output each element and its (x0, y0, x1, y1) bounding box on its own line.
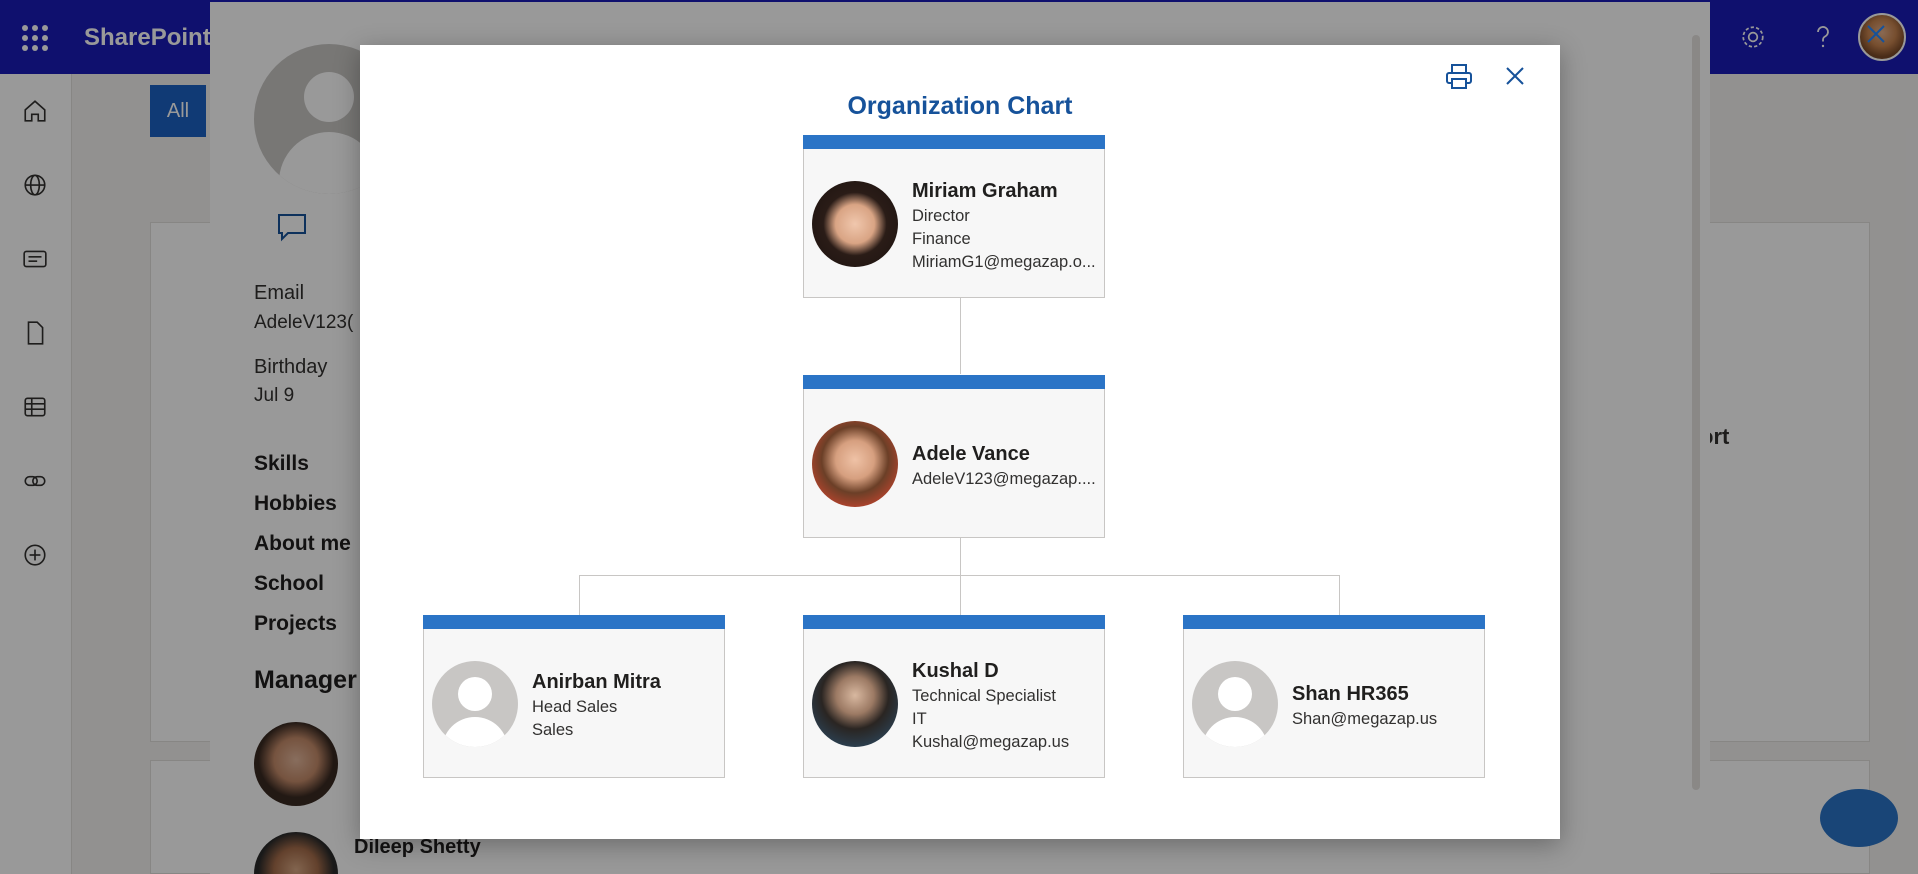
panel-scrollbar[interactable] (1692, 35, 1700, 790)
modal-title: Organization Chart (847, 92, 1073, 120)
connector-line (1339, 575, 1340, 615)
connector-line (960, 538, 961, 576)
node-info: Anirban Mitra Head Sales Sales (532, 652, 716, 759)
node-info: Miriam Graham Director Finance MiriamG1@… (912, 172, 1096, 279)
org-node-top[interactable]: Miriam Graham Director Finance MiriamG1@… (803, 135, 1105, 298)
connector-line (960, 575, 961, 615)
node-info: Shan HR365 Shan@megazap.us (1292, 652, 1476, 759)
close-icon[interactable] (1860, 18, 1892, 50)
person-department: IT (912, 709, 927, 728)
person-title: Head Sales (532, 698, 618, 716)
connector-line (579, 575, 580, 615)
person-avatar (812, 421, 898, 507)
org-chart-modal: Organization Chart Miriam Graham Directo… (360, 45, 1560, 839)
person-name: Kushal D (912, 659, 999, 682)
node-header-bar (803, 135, 1105, 149)
person-email: Shan@megazap.us (1292, 709, 1438, 728)
org-node-report[interactable]: Kushal D Technical Specialist IT Kushal@… (803, 615, 1105, 778)
node-header-bar (423, 615, 725, 629)
org-node-report[interactable]: Shan HR365 Shan@megazap.us (1183, 615, 1485, 778)
close-icon[interactable] (1500, 61, 1530, 91)
person-avatar (812, 181, 898, 267)
person-name: Adele Vance (912, 442, 1030, 465)
person-avatar (432, 661, 518, 747)
node-header-bar (1183, 615, 1485, 629)
node-info: Adele Vance AdeleV123@megazap.... (912, 412, 1096, 519)
person-name: Anirban Mitra (532, 671, 661, 693)
person-department: Sales (532, 721, 574, 739)
person-avatar (812, 661, 898, 747)
person-name: Shan HR365 (1292, 682, 1409, 705)
node-info: Kushal D Technical Specialist IT Kushal@… (912, 652, 1096, 759)
person-name: Miriam Graham (912, 179, 1058, 202)
person-title: Director (912, 206, 970, 225)
person-email: AdeleV123@megazap.... (912, 469, 1096, 488)
person-email: MiriamG1@megazap.o... (912, 252, 1096, 271)
org-node-current[interactable]: Adele Vance AdeleV123@megazap.... (803, 375, 1105, 538)
connector-line (960, 298, 961, 374)
org-node-report[interactable]: Anirban Mitra Head Sales Sales (423, 615, 725, 778)
node-header-bar (803, 615, 1105, 629)
person-avatar (1192, 661, 1278, 747)
print-icon[interactable] (1444, 61, 1474, 91)
node-header-bar (803, 375, 1105, 389)
person-title: Technical Specialist (912, 686, 1056, 705)
person-email: Kushal@megazap.us (912, 732, 1070, 751)
person-department: Finance (912, 229, 971, 248)
